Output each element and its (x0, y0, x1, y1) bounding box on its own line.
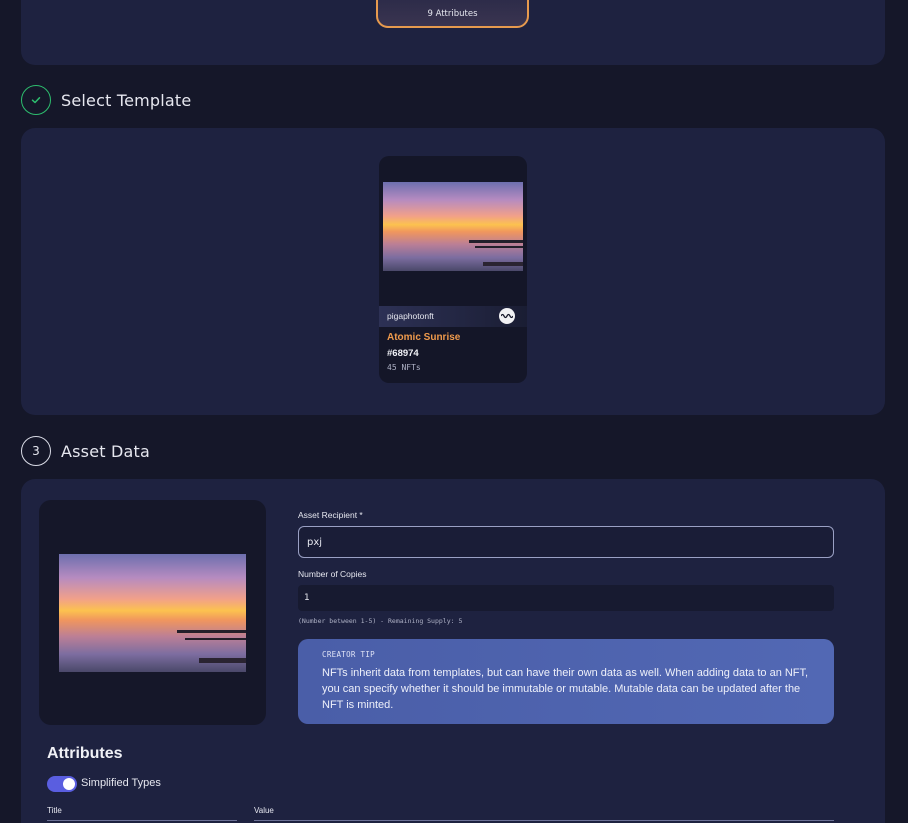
step-select-template: Select Template (21, 85, 191, 115)
simplified-types-toggle[interactable] (47, 776, 77, 792)
column-value-header: Value (254, 806, 274, 815)
selected-collection-card[interactable]: 9 Attributes (376, 0, 529, 28)
template-id: #68974 (387, 348, 419, 359)
creator-tip-text: NFTs inherit data from templates, but ca… (322, 667, 809, 711)
asset-preview-image (59, 554, 246, 672)
creator-tip-title: CREATOR TIP (322, 650, 375, 659)
step-label: Asset Data (61, 441, 151, 461)
asset-recipient-label: Asset Recipient * (298, 510, 363, 520)
attributes-heading: Attributes (47, 745, 123, 762)
template-name: Atomic Sunrise (387, 332, 461, 343)
template-nft-count: 45 NFTs (387, 363, 421, 372)
number-of-copies-input[interactable]: 1 (298, 585, 834, 611)
asset-preview (39, 500, 266, 725)
step-label: Select Template (61, 90, 192, 110)
number-of-copies-label: Number of Copies (298, 569, 367, 579)
toggle-knob (63, 778, 75, 790)
step-number: 3 (21, 436, 51, 466)
collection-panel: 9 Attributes (21, 0, 885, 65)
creator-tip: CREATOR TIP NFTs inherit data from templ… (298, 639, 834, 724)
owner-bar: pigaphotonft (379, 306, 527, 327)
template-panel: pigaphotonft Atomic Sunrise #68974 45 NF… (21, 128, 885, 415)
check-icon (21, 85, 51, 115)
asset-data-panel: Asset Recipient * pxj Number of Copies 1… (21, 479, 885, 823)
step-asset-data: 3 Asset Data (21, 436, 150, 466)
asset-recipient-input[interactable]: pxj (298, 526, 834, 558)
wave-logo-icon (499, 308, 515, 324)
template-card[interactable]: pigaphotonft Atomic Sunrise #68974 45 NF… (379, 156, 527, 383)
column-title-header: Title (47, 806, 62, 815)
collection-attributes-count: 9 Attributes (427, 9, 478, 19)
owner-name[interactable]: pigaphotonft (387, 311, 434, 321)
copies-hint: (Number between 1-5) - Remaining Supply:… (298, 617, 463, 625)
simplified-types-label: Simplified Types (81, 777, 161, 789)
template-image (383, 182, 523, 271)
